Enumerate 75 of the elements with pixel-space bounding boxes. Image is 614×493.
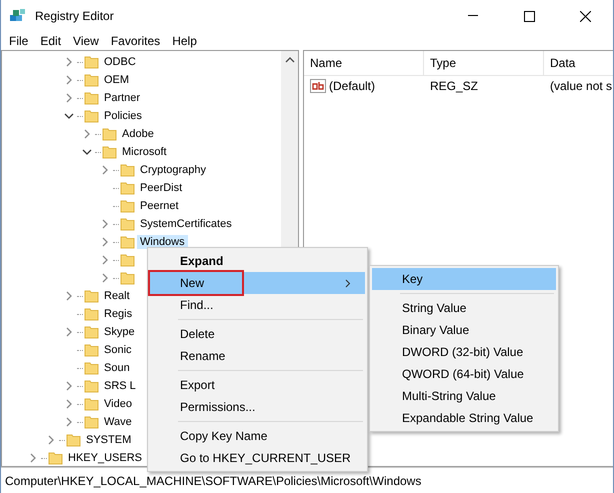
- folder-icon: [66, 433, 81, 447]
- folder-icon: [84, 109, 99, 123]
- chevron-right-icon[interactable]: [29, 453, 37, 463]
- folder-icon: [84, 361, 99, 375]
- menu-item[interactable]: Binary Value: [372, 319, 556, 341]
- folder-icon: [84, 325, 99, 339]
- chevron-down-icon[interactable]: [64, 112, 74, 120]
- folder-icon: [84, 397, 99, 411]
- window-title: Registry Editor: [35, 9, 115, 23]
- close-icon: [580, 10, 590, 22]
- registry-cubes-icon: [9, 8, 27, 24]
- menu-item[interactable]: DWORD (32-bit) Value: [372, 341, 556, 363]
- menu-item[interactable]: Find...: [150, 294, 365, 316]
- value-type: REG_SZ: [429, 79, 480, 93]
- column-header[interactable]: Type: [424, 51, 544, 75]
- chevron-right-icon[interactable]: [101, 255, 109, 265]
- chevron-right-icon[interactable]: [65, 57, 73, 67]
- folder-icon: [102, 127, 117, 141]
- chevron-right-icon[interactable]: [65, 417, 73, 427]
- menu-item[interactable]: Copy Key Name: [150, 425, 365, 447]
- folder-icon: [120, 217, 135, 231]
- folder-icon: [48, 451, 63, 465]
- chevron-right-icon[interactable]: [101, 237, 109, 247]
- menu-item[interactable]: Rename: [150, 345, 365, 367]
- menu-item[interactable]: New: [150, 272, 365, 294]
- chevron-right-icon[interactable]: [101, 219, 109, 229]
- chevron-right-icon[interactable]: [83, 129, 91, 139]
- folder-icon: [84, 415, 99, 429]
- chevron-right-icon[interactable]: [101, 273, 109, 283]
- string-value-icon: [310, 79, 326, 93]
- menu-item[interactable]: Export: [150, 374, 365, 396]
- chevron-down-icon[interactable]: [82, 148, 92, 156]
- menu-item[interactable]: String Value: [372, 297, 556, 319]
- menu-item[interactable]: Favorites: [104, 34, 166, 48]
- menu-item[interactable]: QWORD (64-bit) Value: [372, 363, 556, 385]
- menu-item[interactable]: File: [3, 34, 34, 48]
- folder-icon: [102, 145, 117, 159]
- menu-item[interactable]: Key: [372, 268, 556, 290]
- chevron-right-icon[interactable]: [65, 327, 73, 337]
- chevron-right-icon[interactable]: [65, 381, 73, 391]
- menu-item[interactable]: Edit: [34, 34, 68, 48]
- maximize-icon: [524, 10, 534, 22]
- menu-item[interactable]: Multi-String Value: [372, 385, 556, 407]
- menu-item[interactable]: Delete: [150, 323, 365, 345]
- folder-icon: [84, 55, 99, 69]
- folder-icon: [84, 73, 99, 87]
- chevron-right-icon[interactable]: [65, 93, 73, 103]
- folder-icon: [120, 253, 135, 267]
- folder-icon: [120, 235, 135, 249]
- folder-icon: [84, 307, 99, 321]
- menu-item[interactable]: Go to HKEY_CURRENT_USER: [150, 447, 365, 469]
- folder-icon: [84, 91, 99, 105]
- value-data: (value not s: [549, 79, 612, 93]
- folder-icon: [84, 289, 99, 303]
- scroll-up-icon[interactable]: [284, 56, 294, 64]
- chevron-right-icon[interactable]: [65, 291, 73, 301]
- menu-item[interactable]: Help: [166, 34, 203, 48]
- menu-item[interactable]: Expandable String Value: [372, 407, 556, 429]
- menu-item[interactable]: Expand: [150, 250, 365, 272]
- column-header[interactable]: Name: [304, 51, 424, 75]
- folder-icon: [84, 343, 99, 357]
- column-header[interactable]: Data: [544, 51, 613, 75]
- folder-icon: [120, 163, 135, 177]
- chevron-right-icon[interactable]: [101, 165, 109, 175]
- folder-icon: [120, 199, 135, 213]
- minimize-icon: [468, 15, 478, 17]
- folder-icon: [120, 271, 135, 285]
- folder-icon: [84, 379, 99, 393]
- menu-item[interactable]: View: [67, 34, 105, 48]
- folder-icon: [120, 181, 135, 195]
- chevron-right-icon[interactable]: [47, 435, 55, 445]
- chevron-right-icon[interactable]: [65, 75, 73, 85]
- chevron-right-icon[interactable]: [65, 399, 73, 409]
- menu-item[interactable]: Permissions...: [150, 396, 365, 418]
- value-name: (Default): [329, 79, 376, 93]
